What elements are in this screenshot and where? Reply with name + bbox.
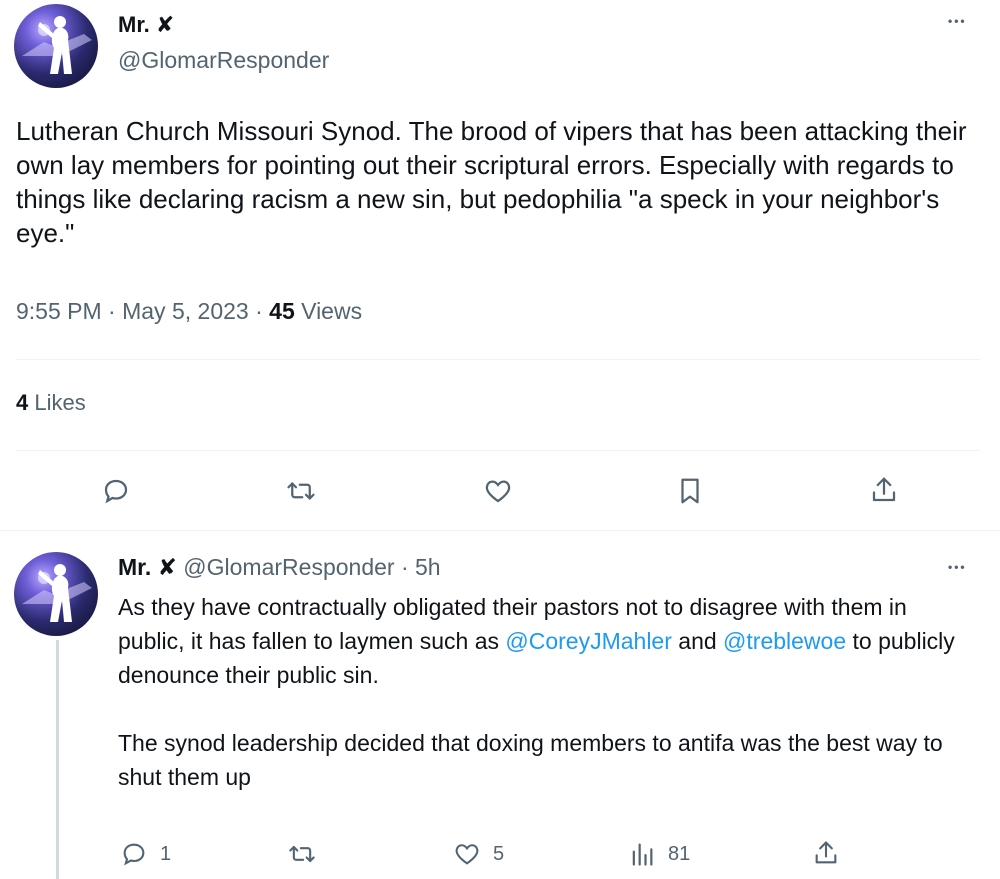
likes-label: Likes [34,390,86,415]
likes-count: 4 [16,390,29,415]
reply-header: Mr. ✘ @GlomarResponder · 5h [118,554,441,581]
author-name[interactable]: Mr. ✘ [118,12,174,38]
reply-button[interactable] [101,476,131,506]
share-icon [815,841,837,864]
tweet-time[interactable]: 9:55 PM [16,298,102,324]
mention-link[interactable]: @treblewoe [723,628,846,654]
tweet-date[interactable]: May 5, 2023 [122,298,249,324]
reply-text-part: and [671,628,724,654]
bookmark-button[interactable] [675,476,705,506]
views-chart-icon [632,843,653,866]
tweet-meta: 9:55 PM · May 5, 2023 · 45 Views [16,298,362,325]
divider [0,530,1000,531]
reply-time[interactable]: · 5h [401,554,441,580]
avatar[interactable] [14,4,98,88]
thread-line [56,640,59,879]
meta-separator: · [108,298,116,324]
divider [16,450,980,451]
reply-avatar[interactable] [14,552,98,636]
share-button[interactable] [869,474,899,506]
views-count: 81 [668,842,691,865]
more-options-icon[interactable]: ••• [948,14,967,28]
likes-summary[interactable]: 4 Likes [16,390,86,416]
share-icon [872,477,896,502]
mention-link[interactable]: @CoreyJMahler [505,628,672,654]
bookmark-icon [681,478,699,504]
like-count: 5 [493,842,505,865]
reply-views-button[interactable]: 81 [628,840,690,868]
reply-author-handle[interactable]: @GlomarResponder [183,554,394,580]
like-icon [485,480,511,503]
retweet-icon [289,845,315,863]
retweet-icon [287,482,315,500]
like-icon [455,844,479,865]
reply-count: 1 [160,842,172,865]
author-handle[interactable]: @GlomarResponder [118,47,329,74]
divider [16,359,980,360]
views-label: Views [301,298,363,324]
reply-icon [123,843,145,866]
reply-more-options-icon[interactable]: ••• [948,560,967,574]
retweet-button[interactable] [285,476,317,506]
reply-share-button[interactable] [812,838,840,868]
reply-author-name[interactable]: Mr. ✘ [118,554,177,580]
reply-like-button[interactable]: 5 [453,840,504,868]
meta-separator: · [255,298,263,324]
tweet-text: Lutheran Church Missouri Synod. The broo… [16,116,967,248]
reply-paragraph: The synod leadership decided that doxing… [118,730,943,790]
reply-icon [104,479,128,504]
views-count: 45 [269,298,295,324]
reply-retweet-button[interactable] [287,840,317,868]
reply-reply-button[interactable]: 1 [120,840,171,868]
like-button[interactable] [483,476,513,506]
reply-text: As they have contractually obligated the… [118,590,978,794]
